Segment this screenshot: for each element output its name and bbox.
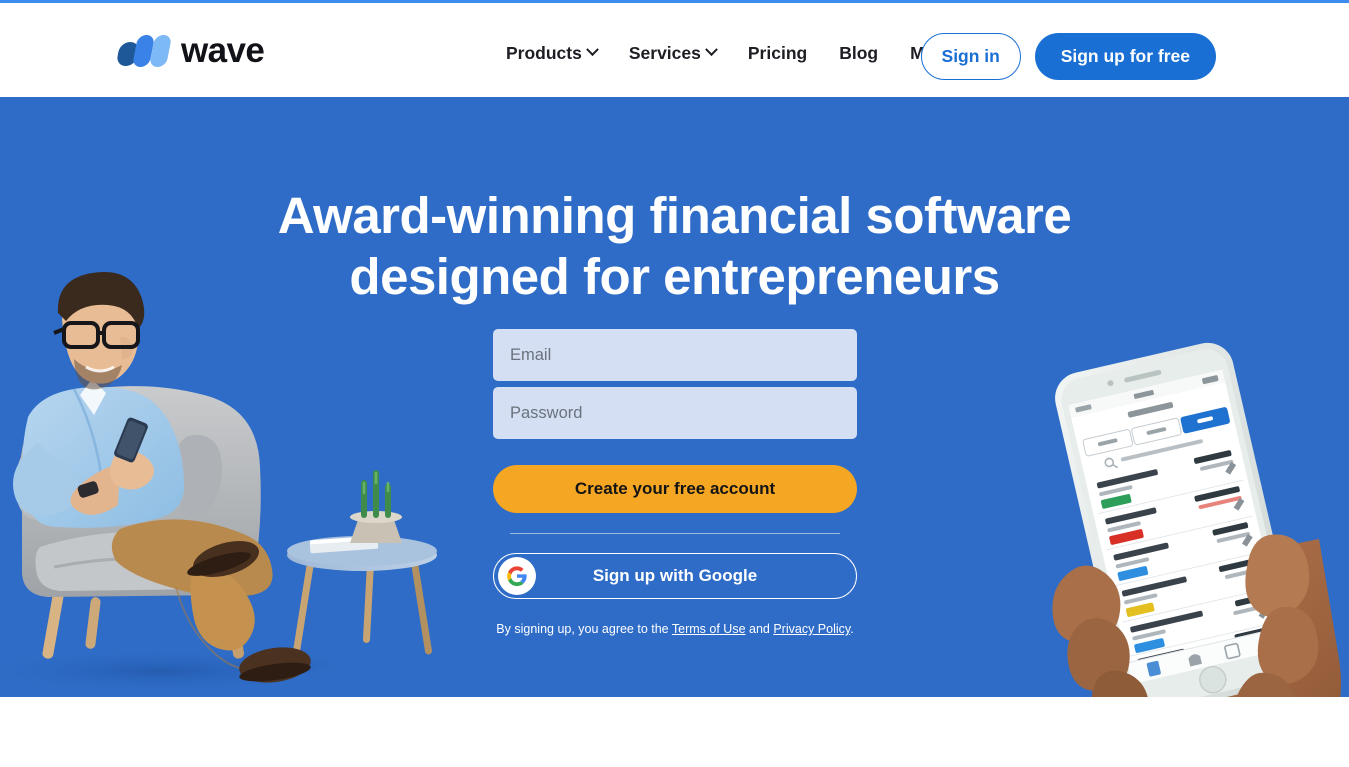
form-divider [510,533,840,534]
terms-prefix: By signing up, you agree to the [496,622,672,636]
nav-item-pricing[interactable]: Pricing [732,43,823,64]
nav-item-products-label: Products [506,43,582,63]
wave-logo-icon [115,33,173,69]
nav-item-blog[interactable]: Blog [823,43,894,64]
hero-section: Award-winning financial software designe… [0,97,1349,697]
chevron-down-icon [585,42,599,56]
sign-up-for-free-button[interactable]: Sign up for free [1034,33,1216,80]
email-field[interactable] [493,329,857,381]
create-free-account-button[interactable]: Create your free account [493,465,857,513]
terms-suffix: . [850,622,854,636]
person-head [53,272,145,390]
nav-item-pricing-label: Pricing [747,43,808,63]
terms-disclaimer: By signing up, you agree to the Terms of… [493,621,857,637]
nav-item-blog-label: Blog [839,43,879,63]
nav-item-services-label: Services [628,43,701,63]
terms-of-use-link[interactable]: Terms of Use [672,622,746,636]
primary-nav: Products Services Pricing Blog More [500,42,983,64]
nav-item-services[interactable]: Services [613,42,732,64]
wave-logo[interactable]: wave [115,31,265,70]
password-field[interactable] [493,387,857,439]
header-actions: Sign in Sign up for free [920,33,1216,80]
chevron-down-icon [705,42,718,56]
hero-photo-left [0,272,437,693]
privacy-policy-link[interactable]: Privacy Policy [773,622,850,636]
wave-logo-text: wave [181,31,265,70]
site-header: wave Products Services Pricing Blog More… [0,3,1349,97]
hero-title-line-1: Award-winning financial software [277,187,1072,244]
sign-up-with-google-button[interactable]: Sign up with Google [493,553,857,599]
side-table [287,470,437,655]
nav-item-products[interactable]: Products [500,42,613,64]
sign-up-with-google-label: Sign up with Google [592,566,758,585]
hero-photo-right [1052,342,1341,697]
google-g-icon [498,557,536,595]
sign-in-button[interactable]: Sign in [920,33,1021,80]
signup-form: Create your free account Sign up with Go… [493,329,857,637]
terms-middle: and [745,622,774,636]
